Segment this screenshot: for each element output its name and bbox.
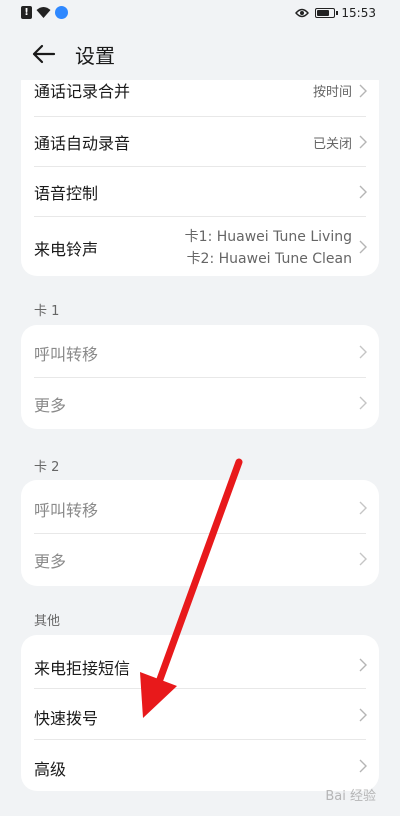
- list-item-value: 已关闭: [312, 137, 352, 152]
- list-item-call-forwarding[interactable]: 呼叫转移: [21, 325, 379, 377]
- alert-icon: !: [21, 6, 32, 19]
- status-right: 15:53: [295, 6, 376, 20]
- chevron-right-icon: [359, 396, 367, 410]
- battery-icon: [315, 8, 339, 18]
- call-settings-card: 通话记录合并 按时间 通话自动录音 已关闭 语音控制 来电铃声 卡1: Huaw…: [21, 80, 379, 276]
- section-title-other: 其他: [34, 614, 61, 629]
- ringtone-sim2: 卡2: Huawei Tune Clean: [186, 251, 352, 267]
- section-title-sim1: 卡 1: [34, 304, 60, 319]
- list-item-speed-dial[interactable]: 快速拨号: [21, 689, 379, 739]
- chevron-right-icon: [359, 552, 367, 566]
- status-left: !: [21, 6, 68, 19]
- list-item-label: 更多: [34, 396, 67, 415]
- list-item-voice-control[interactable]: 语音控制: [21, 167, 379, 216]
- list-item-label: 呼叫转移: [34, 345, 99, 364]
- list-item-value: 按时间: [312, 85, 352, 100]
- section-title-sim2: 卡 2: [34, 460, 60, 475]
- list-item-more[interactable]: 更多: [21, 378, 379, 429]
- list-item-label: 语音控制: [34, 184, 99, 203]
- chevron-right-icon: [359, 345, 367, 359]
- list-item-call-forwarding[interactable]: 呼叫转移: [21, 480, 379, 533]
- list-item-label: 来电拒接短信: [34, 659, 131, 678]
- chevron-right-icon: [359, 501, 367, 515]
- app-notification-icon: [55, 6, 68, 19]
- chevron-right-icon: [359, 759, 367, 773]
- wifi-icon: [36, 7, 51, 18]
- chevron-right-icon: [359, 708, 367, 722]
- status-time: 15:53: [341, 6, 376, 20]
- list-item-ringtone[interactable]: 来电铃声 卡1: Huawei Tune Living 卡2: Huawei T…: [21, 217, 379, 276]
- list-item-more[interactable]: 更多: [21, 534, 379, 586]
- chevron-right-icon: [359, 84, 367, 98]
- chevron-right-icon: [359, 240, 367, 254]
- list-item-label: 通话记录合并: [34, 82, 131, 101]
- list-item-label: 高级: [34, 760, 67, 779]
- page-title: 设置: [75, 44, 115, 68]
- title-bar: 设置: [0, 34, 400, 74]
- eye-icon: [295, 8, 310, 18]
- list-item-advanced[interactable]: 高级: [21, 740, 379, 791]
- back-arrow-icon[interactable]: [30, 42, 58, 66]
- status-bar: ! 15:53: [0, 0, 400, 28]
- list-item-call-log-merge[interactable]: 通话记录合并 按时间: [21, 80, 379, 116]
- watermark: Bai 经验: [325, 789, 376, 804]
- list-item-auto-record[interactable]: 通话自动录音 已关闭: [21, 117, 379, 166]
- list-item-label: 通话自动录音: [34, 134, 131, 153]
- list-item-reject-sms[interactable]: 来电拒接短信: [21, 635, 379, 687]
- list-item-label: 呼叫转移: [34, 501, 99, 520]
- sim1-card: 呼叫转移 更多: [21, 325, 379, 429]
- chevron-right-icon: [359, 658, 367, 672]
- list-item-label: 快速拨号: [34, 709, 99, 728]
- list-item-label: 更多: [34, 552, 67, 571]
- chevron-right-icon: [359, 135, 367, 149]
- sim2-card: 呼叫转移 更多: [21, 480, 379, 586]
- chevron-right-icon: [359, 185, 367, 199]
- settings-list[interactable]: 通话记录合并 按时间 通话自动录音 已关闭 语音控制 来电铃声 卡1: Huaw…: [0, 80, 400, 816]
- ringtone-sim1: 卡1: Huawei Tune Living: [184, 229, 352, 245]
- other-card: 来电拒接短信 快速拨号 高级: [21, 635, 379, 791]
- list-item-label: 来电铃声: [34, 240, 99, 259]
